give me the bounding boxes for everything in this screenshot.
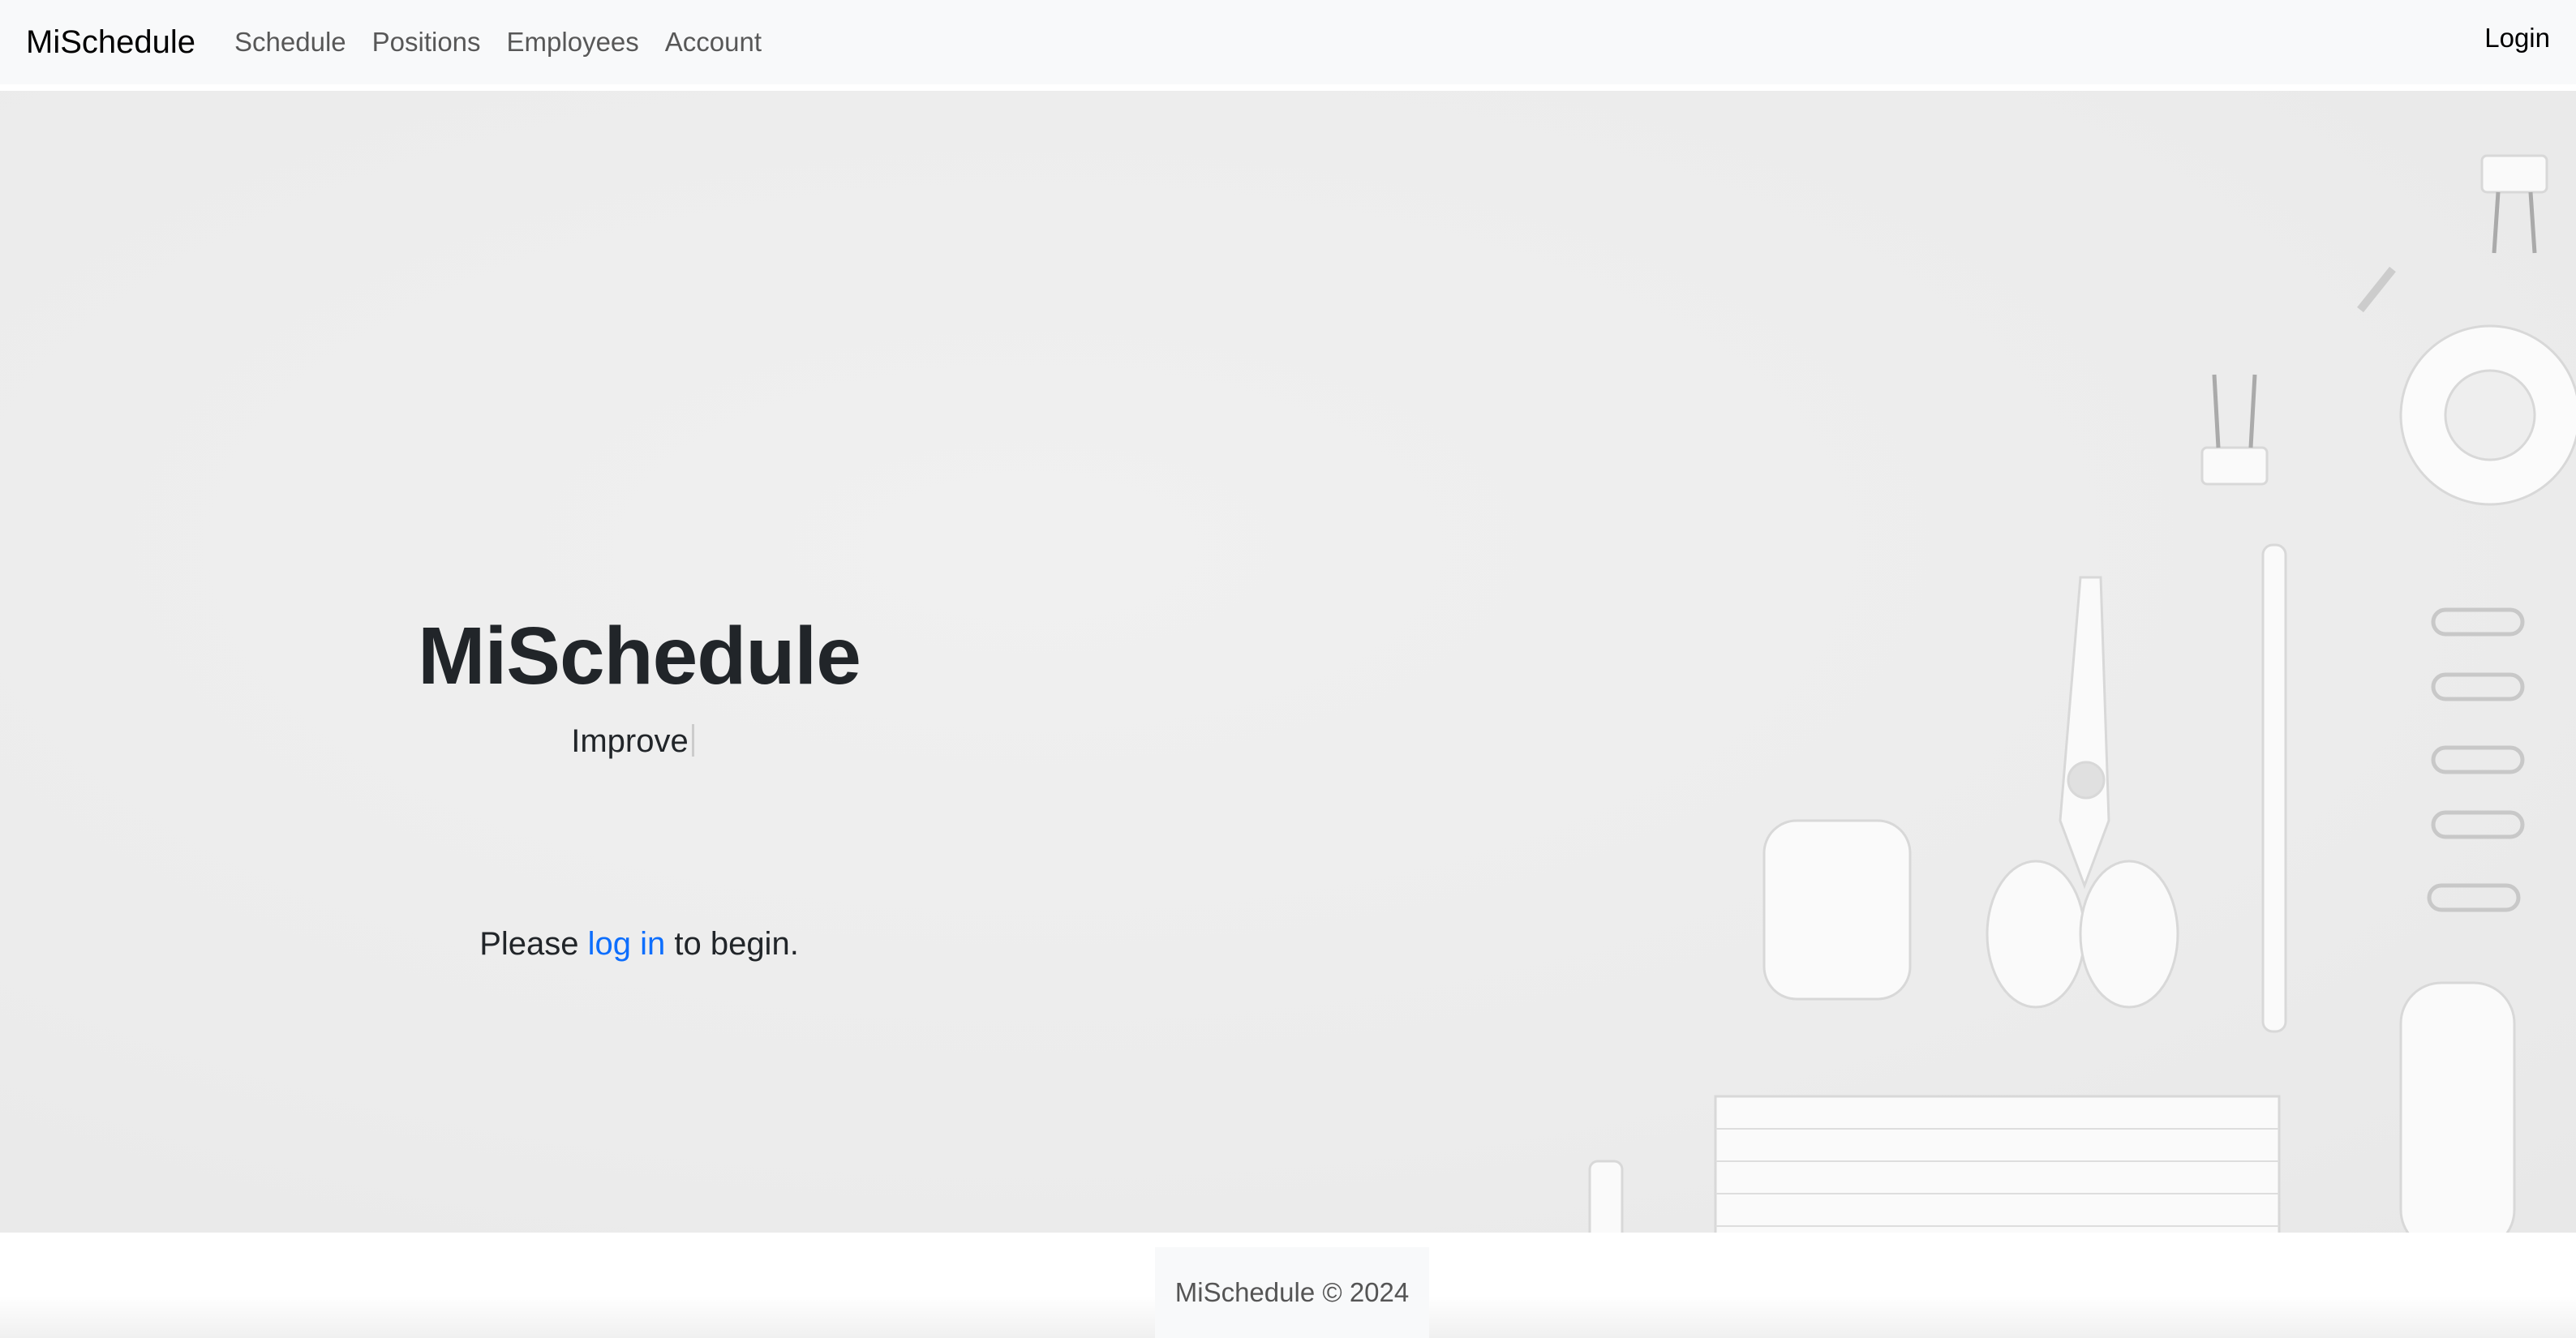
login-prompt: Please log in to begin. (0, 926, 1278, 963)
pen-icon (2261, 543, 2287, 1033)
hero-title: MiSchedule (418, 611, 861, 701)
brand-link[interactable]: MiSchedule (26, 24, 195, 61)
login-link[interactable]: Login (2484, 23, 2550, 54)
scissors-icon (2059, 576, 2110, 890)
binder-clip-icon (2200, 446, 2269, 486)
nav-employees[interactable]: Employees (507, 27, 639, 58)
nav-schedule[interactable]: Schedule (234, 27, 346, 58)
nav-links: Schedule Positions Employees Account (234, 27, 762, 58)
binder-clip-icon (2480, 154, 2548, 194)
nav-positions[interactable]: Positions (372, 27, 481, 58)
log-in-link[interactable]: log in (588, 926, 666, 962)
office-supplies-image (1588, 154, 2576, 1233)
prompt-text-end: to begin. (665, 926, 799, 962)
typed-text: Improve (571, 723, 689, 759)
footer-text: MiSchedule © 2024 (1174, 1277, 1410, 1307)
hero-subtitle: Improve (0, 723, 1265, 760)
prompt-text: Please (479, 926, 588, 962)
hero-section: MiSchedule Improve Please log in to begi… (0, 91, 2576, 1233)
paperclips-icon (2427, 607, 2525, 912)
stapler-icon (2399, 981, 2516, 1233)
typing-cursor (691, 724, 694, 757)
earbuds-case-icon (1762, 819, 1912, 1001)
nav-account[interactable]: Account (665, 27, 762, 58)
notepad-icon (1714, 1095, 2281, 1233)
navbar: MiSchedule Schedule Positions Employees … (0, 0, 2576, 84)
footer: MiSchedule © 2024 (1155, 1247, 1429, 1338)
